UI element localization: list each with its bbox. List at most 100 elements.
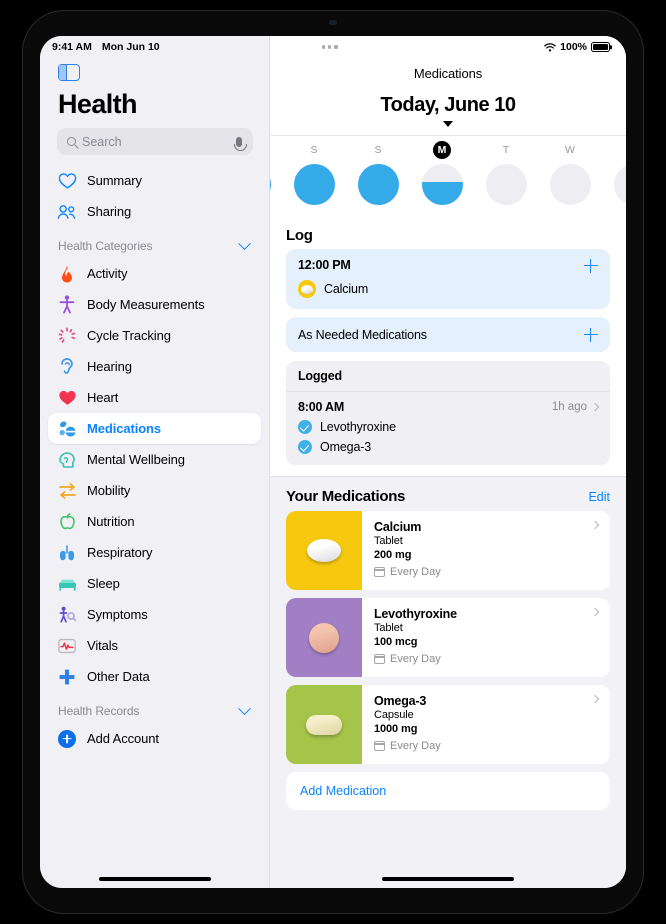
scheduled-dose-card[interactable]: 12:00 PM Calcium (286, 249, 610, 309)
cycle-icon (57, 326, 77, 346)
medication-info: Calcium Tablet 200 mg Every Day (362, 511, 610, 590)
sidebar-section-health-categories[interactable]: Health Categories (40, 227, 269, 258)
sidebar-item-label: Mobility (87, 483, 131, 498)
logged-entry: Omega-3 (298, 440, 598, 454)
sidebar-item-symptoms[interactable]: Symptoms (48, 599, 261, 630)
day-letter: S (374, 144, 382, 156)
calendar-icon (374, 567, 385, 577)
lungs-icon (57, 543, 77, 563)
day-column-selected[interactable]: M (410, 141, 474, 205)
plus-circle-icon (57, 729, 77, 749)
day-column[interactable] (602, 141, 626, 205)
day-letter (625, 141, 626, 159)
logged-ago-group[interactable]: 1h ago (551, 401, 600, 413)
sidebar-item-add-account[interactable]: Add Account (48, 723, 261, 754)
sidebar-item-label: Cycle Tracking (87, 328, 171, 343)
check-circle-icon (298, 440, 312, 454)
sidebar-item-mobility[interactable]: Mobility (48, 475, 261, 506)
sidebar-item-medications[interactable]: Medications (48, 413, 261, 444)
day-letter: T (502, 144, 510, 156)
day-letter: S (310, 144, 318, 156)
sidebar-item-respiratory[interactable]: Respiratory (48, 537, 261, 568)
capsule-icon (306, 714, 342, 735)
medication-row[interactable]: Levothyroxine Tablet 100 mcg Every Day (286, 598, 610, 677)
chevron-down-icon[interactable] (238, 236, 251, 250)
plus-icon[interactable] (583, 327, 598, 342)
day-progress-ring (549, 164, 591, 205)
sidebar-item-label: Summary (87, 173, 142, 188)
day-column[interactable]: S (346, 141, 410, 205)
dose-medication-row[interactable]: Calcium (298, 280, 598, 298)
sidebar-item-mental-wellbeing[interactable]: Mental Wellbeing (48, 444, 261, 475)
week-day-selector[interactable]: S S M T W (270, 135, 626, 216)
sidebar-item-sharing[interactable]: Sharing (48, 196, 261, 227)
vitals-icon (57, 636, 77, 656)
sidebar-item-label: Nutrition (87, 514, 135, 529)
main-scroll-content: Log 12:00 PM Calcium As Needed Medicatio… (270, 216, 626, 888)
add-medication-button[interactable]: Add Medication (286, 772, 610, 810)
as-needed-card[interactable]: As Needed Medications (286, 317, 610, 352)
medication-row[interactable]: Omega-3 Capsule 1000 mg Every Day (286, 685, 610, 764)
sidebar-item-body-measurements[interactable]: Body Measurements (48, 289, 261, 320)
medication-name: Omega-3 (374, 694, 427, 708)
sidebar-toggle-icon[interactable] (58, 64, 80, 81)
sidebar-item-nutrition[interactable]: Nutrition (48, 506, 261, 537)
scheduled-dose-header: 12:00 PM (298, 258, 598, 273)
status-indicators: 100% (544, 41, 610, 53)
day-letter: M (433, 141, 451, 159)
heart-outline-icon (57, 171, 77, 191)
search-input[interactable]: Search (82, 135, 230, 149)
medication-form: Tablet (374, 535, 403, 547)
sidebar-item-label: Symptoms (87, 607, 148, 622)
microphone-icon[interactable] (233, 136, 247, 151)
sidebar-item-sleep[interactable]: Sleep (48, 568, 261, 599)
multitask-dots-icon[interactable] (322, 45, 338, 49)
sidebar-item-summary[interactable]: Summary (48, 165, 261, 196)
today-date-title[interactable]: Today, June 10 (270, 85, 626, 119)
day-column[interactable]: T (474, 141, 538, 205)
medication-name: Calcium (374, 520, 422, 534)
sidebar-item-heart[interactable]: Heart (48, 382, 261, 413)
logged-body[interactable]: 8:00 AM 1h ago Levothyroxine Omega-3 (286, 392, 610, 465)
medication-form: Capsule (374, 709, 414, 721)
tablet-icon (298, 280, 316, 298)
day-column[interactable]: S (282, 141, 346, 205)
sidebar-item-label: Heart (87, 390, 119, 405)
logged-entry-header[interactable]: 8:00 AM 1h ago (298, 400, 600, 414)
plus-cross-icon (57, 667, 77, 687)
main-status-bar: 100% (270, 36, 626, 58)
sidebar-item-label: Add Account (87, 731, 159, 746)
chevron-down-icon[interactable] (238, 701, 251, 715)
your-medications-title: Your Medications (286, 488, 406, 505)
logged-card: Logged 8:00 AM 1h ago Levothyroxine Omeg… (286, 361, 610, 465)
people-icon (57, 202, 77, 222)
logged-medication-name: Levothyroxine (320, 420, 396, 434)
sidebar-item-cycle-tracking[interactable]: Cycle Tracking (48, 320, 261, 351)
search-field[interactable]: Search (57, 128, 253, 155)
plus-icon[interactable] (583, 258, 598, 273)
day-column[interactable] (270, 141, 282, 205)
sidebar-item-label: Vitals (87, 638, 118, 653)
wifi-icon (544, 42, 556, 52)
medication-row[interactable]: Calcium Tablet 200 mg Every Day (286, 511, 610, 590)
edit-button[interactable]: Edit (588, 490, 610, 504)
log-section-title: Log (286, 227, 313, 244)
medication-info: Levothyroxine Tablet 100 mcg Every Day (362, 598, 610, 677)
sidebar-item-other-data[interactable]: Other Data (48, 661, 261, 692)
symptoms-icon (57, 605, 77, 625)
sidebar-item-label: Activity (87, 266, 128, 281)
head-icon (57, 450, 77, 470)
tablet-icon (307, 539, 341, 562)
home-indicator-right (382, 877, 514, 881)
day-column[interactable]: W (538, 141, 602, 205)
sidebar-section-health-records[interactable]: Health Records (40, 692, 269, 723)
sidebar-item-activity[interactable]: Activity (48, 258, 261, 289)
logged-ago-label: 1h ago (551, 401, 587, 413)
sidebar-item-hearing[interactable]: Hearing (48, 351, 261, 382)
sidebar-item-label: Respiratory (87, 545, 153, 560)
your-medications-header: Your Medications Edit (286, 477, 610, 511)
caret-down-icon[interactable] (443, 121, 453, 127)
sidebar-item-vitals[interactable]: Vitals (48, 630, 261, 661)
medication-name: Levothyroxine (374, 607, 457, 621)
ipad-device-frame: 9:41 AM Mon Jun 10 Health Search Summary (22, 10, 644, 914)
